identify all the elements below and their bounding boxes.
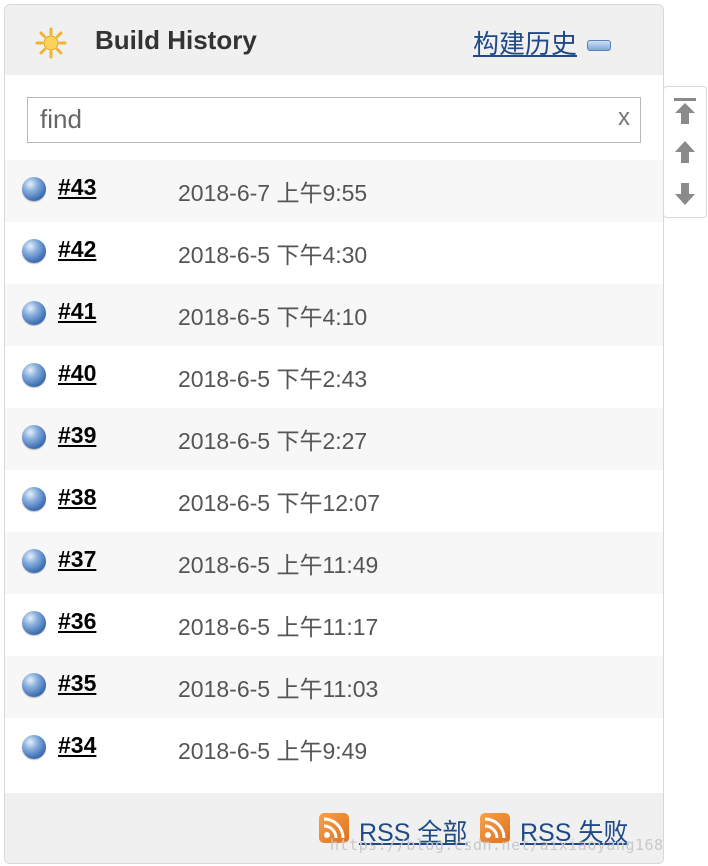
build-row: #41 2018-6-5 下午4:10: [5, 284, 663, 346]
build-time: 2018-6-5 下午2:43: [178, 366, 368, 392]
build-time: 2018-6-5 上午11:49: [178, 552, 379, 578]
blue-ball-icon: [22, 735, 46, 759]
blue-ball-icon: [22, 239, 46, 263]
build-time: 2018-6-5 上午9:49: [178, 738, 368, 764]
build-number-link[interactable]: #39: [58, 422, 96, 449]
build-number-link[interactable]: #42: [58, 236, 96, 263]
build-history-widget: Build History 构建历史 x #43 2018-6-7 上午9:55…: [4, 4, 664, 864]
blue-ball-icon: [22, 673, 46, 697]
search-input[interactable]: [28, 98, 610, 140]
build-row: #35 2018-6-5 上午11:03: [5, 656, 663, 718]
arrow-up-icon[interactable]: [672, 139, 698, 167]
build-row: #40 2018-6-5 下午2:43: [5, 346, 663, 408]
search-box: x: [27, 97, 641, 143]
build-number-link[interactable]: #37: [58, 546, 96, 573]
build-number-link[interactable]: #41: [58, 298, 96, 325]
build-row: #43 2018-6-7 上午9:55: [5, 160, 663, 222]
widget-header: Build History 构建历史: [5, 5, 663, 75]
watermark: https://blog.csdn.net/aixiaoyang168: [330, 836, 664, 854]
build-list: #43 2018-6-7 上午9:55 #42 2018-6-5 下午4:30 …: [5, 160, 663, 780]
build-number-link[interactable]: #36: [58, 608, 96, 635]
blue-ball-icon: [22, 177, 46, 201]
build-time: 2018-6-5 下午2:27: [178, 428, 368, 454]
blue-ball-icon: [22, 363, 46, 387]
build-time: 2018-6-7 上午9:55: [178, 180, 368, 206]
build-number-link[interactable]: #43: [58, 174, 96, 201]
page-nav-panel: [663, 86, 707, 218]
blue-ball-icon: [22, 301, 46, 325]
build-history-link[interactable]: 构建历史: [473, 24, 577, 61]
blue-ball-icon: [22, 611, 46, 635]
build-number-link[interactable]: #38: [58, 484, 96, 511]
sun-icon: [35, 27, 67, 59]
build-time: 2018-6-5 上午11:17: [178, 614, 379, 640]
blue-ball-icon: [22, 425, 46, 449]
build-row: #39 2018-6-5 下午2:27: [5, 408, 663, 470]
build-row: #42 2018-6-5 下午4:30: [5, 222, 663, 284]
build-time: 2018-6-5 下午4:30: [178, 242, 368, 268]
build-row: #38 2018-6-5 下午12:07: [5, 470, 663, 532]
build-row: #34 2018-6-5 上午9:49: [5, 718, 663, 780]
blue-ball-icon: [22, 487, 46, 511]
build-time: 2018-6-5 下午12:07: [178, 490, 381, 516]
build-number-link[interactable]: #35: [58, 670, 96, 697]
arrow-to-top-icon[interactable]: [672, 97, 698, 125]
build-row: #37 2018-6-5 上午11:49: [5, 532, 663, 594]
build-row: #36 2018-6-5 上午11:17: [5, 594, 663, 656]
build-number-link[interactable]: #40: [58, 360, 96, 387]
clear-search-button[interactable]: x: [618, 104, 630, 132]
arrow-down-icon[interactable]: [672, 179, 698, 207]
build-time: 2018-6-5 下午4:10: [178, 304, 368, 330]
build-number-link[interactable]: #34: [58, 732, 96, 759]
widget-title: Build History: [95, 25, 257, 55]
minus-icon[interactable]: [587, 40, 611, 51]
build-time: 2018-6-5 上午11:03: [178, 676, 379, 702]
blue-ball-icon: [22, 549, 46, 573]
